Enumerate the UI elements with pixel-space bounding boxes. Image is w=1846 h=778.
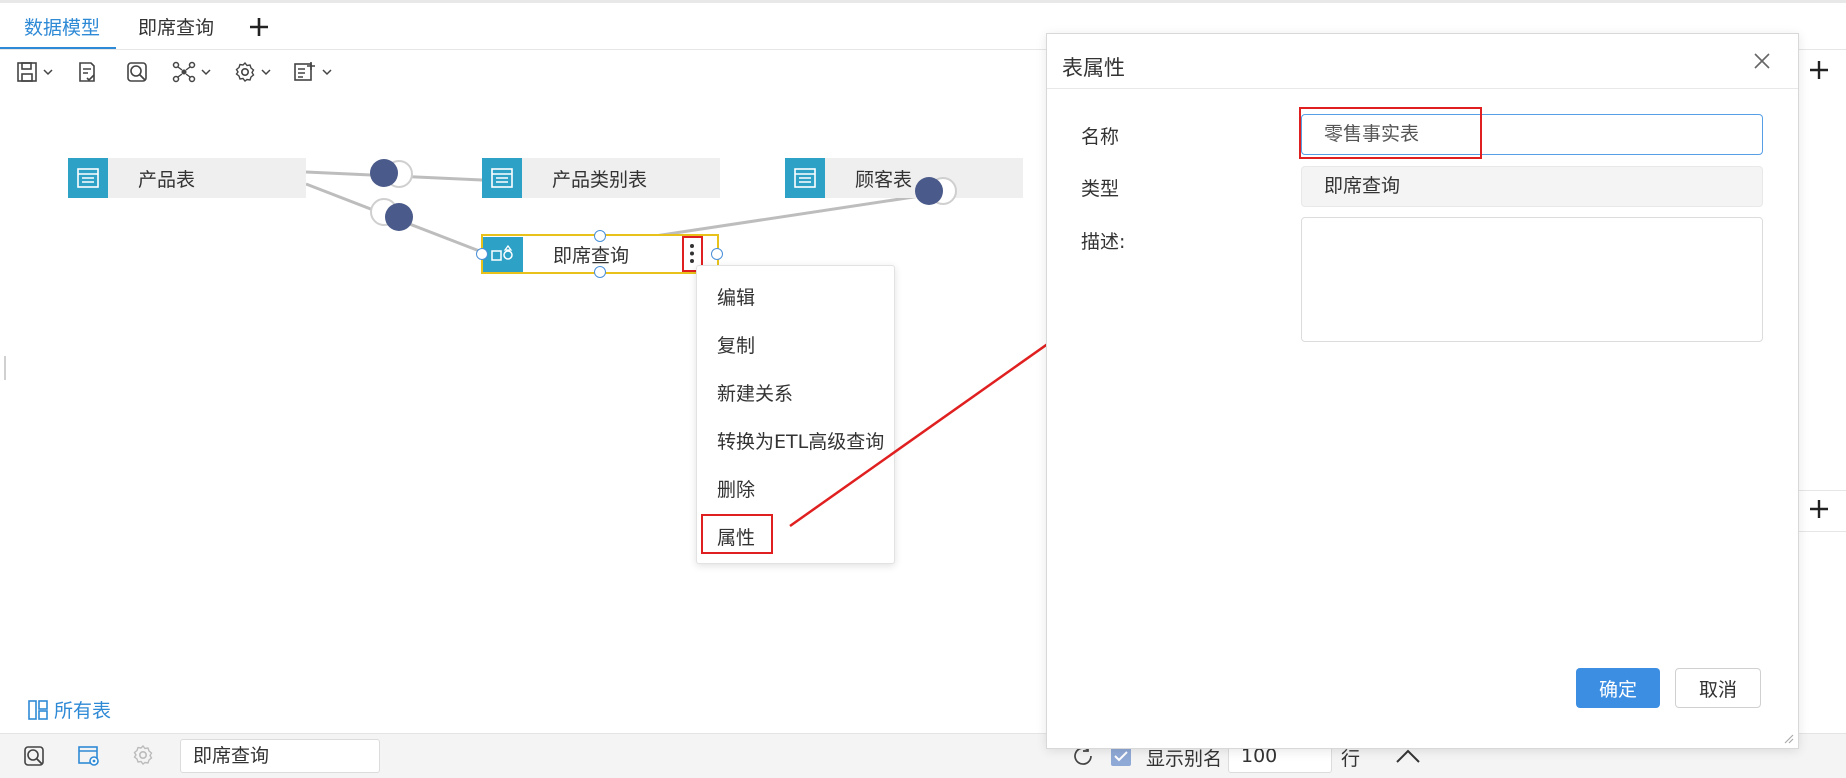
cancel-button[interactable]: 取消 [1675,668,1761,708]
search-icon [24,746,44,766]
table-properties-dialog: 表属性 名称 零售事实表 类型 即席查询 描述: 确定 取消 [1046,33,1799,749]
chevron-up-icon [1396,749,1420,763]
type-label: 类型 [1081,178,1120,200]
show-alias-checkbox[interactable] [1111,746,1131,766]
right-side-panel [1797,50,1846,733]
description-label: 描述: [1081,231,1126,253]
gear-disabled-icon [132,744,154,766]
description-textarea[interactable] [1301,217,1763,342]
layout-panel-icon [28,699,48,720]
collapse-panel-button[interactable] [1395,748,1421,764]
query-name-input[interactable]: 即席查询 [180,739,380,773]
type-field-readonly: 即席查询 [1301,166,1763,207]
confirm-button[interactable]: 确定 [1576,668,1660,708]
window-settings-button[interactable] [77,744,101,768]
right-panel-divider [1797,490,1846,491]
add-right-panel-plus-icon[interactable] [1808,59,1830,81]
right-panel-divider-2 [1797,531,1846,532]
close-icon[interactable] [1753,52,1771,70]
resize-corner-icon[interactable] [1782,732,1794,744]
preview-search-button[interactable] [22,744,46,768]
highlight-name-input [1299,107,1482,159]
name-label: 名称 [1081,126,1120,148]
all-tables-link[interactable]: 所有表 [28,696,111,723]
add-right-panel-plus-icon-2[interactable] [1808,498,1830,520]
all-tables-label: 所有表 [54,700,112,722]
dialog-title: 表属性 [1062,56,1125,80]
window-gear-icon [78,746,99,766]
left-resize-grip[interactable] [4,356,6,380]
checkmark-icon [1114,751,1128,762]
dialog-header-divider [1047,88,1798,89]
